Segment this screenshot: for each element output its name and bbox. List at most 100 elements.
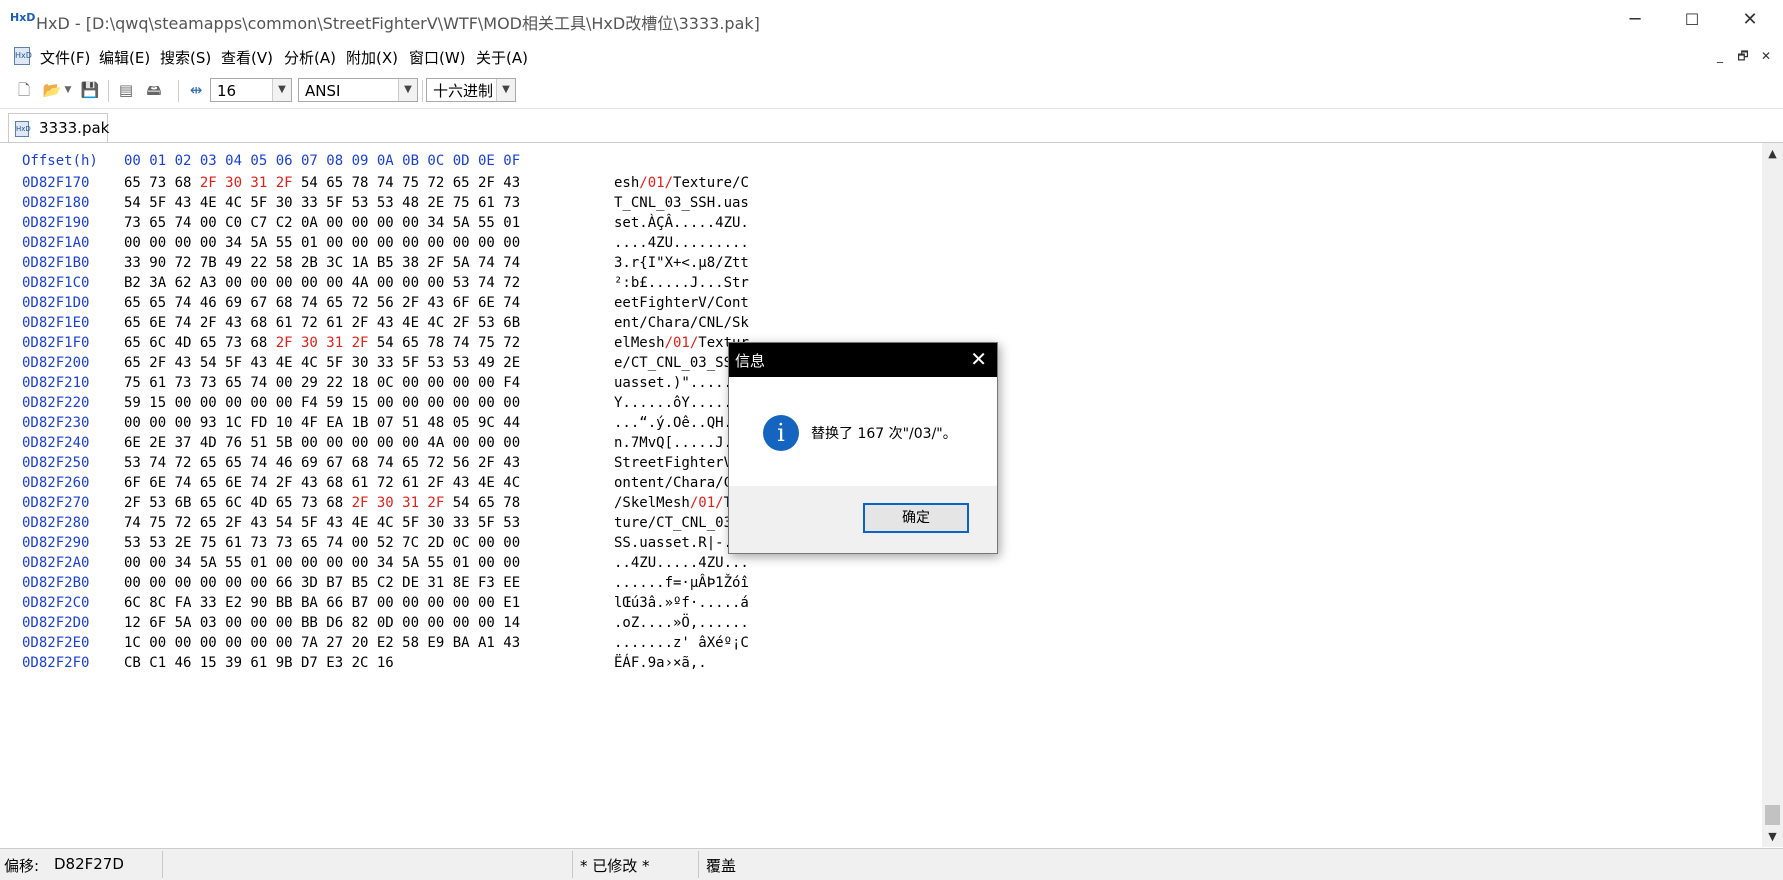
row-ascii[interactable]: ent/Chara/CNL/Sk [614, 315, 749, 331]
row-bytes[interactable]: 54 5F 43 4E 4C 5F 30 33 5F 53 53 48 2E 7… [124, 195, 520, 211]
hex-row[interactable]: 0D82F170 65 73 68 2F 30 31 2F 54 65 78 74… [0, 175, 800, 195]
mdi-minimize-button[interactable]: _ [1712, 49, 1728, 63]
hex-row[interactable]: 0D82F240 6E 2E 37 4D 76 51 5B 00 00 00 00… [0, 435, 800, 455]
hex-row[interactable]: 0D82F290 53 53 2E 75 61 73 73 65 74 00 52… [0, 535, 800, 555]
ram-icon[interactable]: ▤ [116, 80, 136, 100]
row-bytes[interactable]: 65 6E 74 2F 43 68 61 72 61 2F 43 4E 4C 2… [124, 315, 520, 331]
bytes-per-row-select[interactable]: 16 ▼ [210, 78, 292, 102]
row-bytes[interactable]: B2 3A 62 A3 00 00 00 00 00 4A 00 00 00 5… [124, 275, 520, 291]
row-bytes[interactable]: 33 90 72 7B 49 22 58 2B 3C 1A B5 38 2F 5… [124, 255, 520, 271]
hex-row[interactable]: 0D82F2D0 12 6F 5A 03 00 00 00 BB D6 82 0D… [0, 615, 800, 635]
row-ascii[interactable]: .oZ....»Ö‚...... [614, 615, 749, 631]
row-bytes[interactable]: 53 53 2E 75 61 73 73 65 74 00 52 7C 2D 0… [124, 535, 520, 551]
hex-row[interactable]: 0D82F1E0 65 6E 74 2F 43 68 61 72 61 2F 43… [0, 315, 800, 335]
hex-row[interactable]: 0D82F1C0 B2 3A 62 A3 00 00 00 00 00 4A 00… [0, 275, 800, 295]
menu-edit[interactable]: 编辑(E) [99, 47, 150, 68]
mdi-restore-button[interactable]: 🗗 [1735, 49, 1751, 63]
chevron-down-icon[interactable]: ▼ [398, 79, 417, 101]
row-bytes[interactable]: CB C1 46 15 39 61 9B D7 E3 2C 16 [124, 655, 394, 671]
hex-row[interactable]: 0D82F2F0 CB C1 46 15 39 61 9B D7 E3 2C 16… [0, 655, 800, 675]
row-ascii[interactable]: ......f=·µÂÞ1Žóî [614, 575, 749, 591]
offset-base-select[interactable]: 十六进制 ▼ [426, 78, 516, 102]
hex-row[interactable]: 0D82F210 75 61 73 73 65 74 00 29 22 18 0C… [0, 375, 800, 395]
hex-row[interactable]: 0D82F260 6F 6E 74 65 6E 74 2F 43 68 61 72… [0, 475, 800, 495]
menu-extra[interactable]: 附加(X) [346, 47, 398, 68]
document-icon[interactable]: HxD [14, 47, 32, 65]
row-bytes[interactable]: 00 00 34 5A 55 01 00 00 00 00 34 5A 55 0… [124, 555, 520, 571]
row-bytes[interactable]: 65 6C 4D 65 73 68 2F 30 31 2F 54 65 78 7… [124, 335, 520, 351]
chevron-down-icon[interactable]: ▼ [272, 79, 291, 101]
edit-mode: 覆盖 [706, 857, 737, 875]
row-ascii[interactable]: 3.r{I"X+<.µ8/Ztt [614, 255, 749, 271]
row-bytes[interactable]: 00 00 00 93 1C FD 10 4F EA 1B 07 51 48 0… [124, 415, 520, 431]
vertical-scrollbar[interactable]: ▲ ▼ [1762, 143, 1783, 847]
dialog-close-button[interactable]: ✕ [970, 347, 987, 371]
menu-search[interactable]: 搜索(S) [160, 47, 211, 68]
hex-row[interactable]: 0D82F220 59 15 00 00 00 00 00 F4 59 15 00… [0, 395, 800, 415]
scroll-down-icon[interactable]: ▼ [1762, 830, 1783, 843]
row-ascii[interactable]: set.ÀÇÂ.....4ZU. [614, 215, 749, 231]
hex-row[interactable]: 0D82F200 65 2F 43 54 5F 43 4E 4C 5F 30 33… [0, 355, 800, 375]
hex-row[interactable]: 0D82F230 00 00 00 93 1C FD 10 4F EA 1B 07… [0, 415, 800, 435]
hex-row[interactable]: 0D82F1D0 65 65 74 46 69 67 68 74 65 72 56… [0, 295, 800, 315]
row-ascii[interactable]: ²:b£.....J...Str [614, 275, 749, 291]
tab-3333-pak[interactable]: HxD 3333.pak [8, 113, 109, 142]
row-bytes[interactable]: 65 2F 43 54 5F 43 4E 4C 5F 30 33 5F 53 5… [124, 355, 520, 371]
save-icon[interactable]: 💾 [80, 80, 100, 100]
hex-row[interactable]: 0D82F1B0 33 90 72 7B 49 22 58 2B 3C 1A B5… [0, 255, 800, 275]
menu-analysis[interactable]: 分析(A) [284, 47, 336, 68]
disk-icon[interactable]: 🖴 [144, 80, 164, 100]
hex-row[interactable]: 0D82F270 2F 53 6B 65 6C 4D 65 73 68 2F 30… [0, 495, 800, 515]
row-bytes[interactable]: 00 00 00 00 34 5A 55 01 00 00 00 00 00 0… [124, 235, 520, 251]
hex-row[interactable]: 0D82F280 74 75 72 65 2F 43 54 5F 43 4E 4C… [0, 515, 800, 535]
hex-row[interactable]: 0D82F180 54 5F 43 4E 4C 5F 30 33 5F 53 53… [0, 195, 800, 215]
row-ascii[interactable]: ....4ZU......... [614, 235, 749, 251]
menu-about[interactable]: 关于(A) [476, 47, 528, 68]
minimize-button[interactable]: ─ [1612, 6, 1658, 34]
chevron-down-icon[interactable]: ▼ [62, 80, 74, 100]
close-button[interactable]: ✕ [1727, 6, 1773, 34]
row-bytes[interactable]: 73 65 74 00 C0 C7 C2 0A 00 00 00 00 34 5… [124, 215, 520, 231]
hex-row[interactable]: 0D82F250 53 74 72 65 65 74 46 69 67 68 74… [0, 455, 800, 475]
row-bytes[interactable]: 1C 00 00 00 00 00 00 7A 27 20 E2 58 E9 B… [124, 635, 520, 651]
row-bytes[interactable]: 53 74 72 65 65 74 46 69 67 68 74 65 72 5… [124, 455, 520, 471]
hex-row[interactable]: 0D82F2B0 00 00 00 00 00 00 66 3D B7 B5 C2… [0, 575, 800, 595]
ok-button[interactable]: 确定 [863, 503, 969, 533]
mdi-close-button[interactable]: ✕ [1758, 49, 1774, 63]
row-ascii[interactable]: T_CNL_03_SSH.uas [614, 195, 749, 211]
row-bytes[interactable]: 6C 8C FA 33 E2 90 BB BA 66 B7 00 00 00 0… [124, 595, 520, 611]
hex-row[interactable]: 0D82F2E0 1C 00 00 00 00 00 00 7A 27 20 E2… [0, 635, 800, 655]
menu-file[interactable]: 文件(F) [40, 47, 90, 68]
row-bytes[interactable]: 00 00 00 00 00 00 66 3D B7 B5 C2 DE 31 8… [124, 575, 520, 591]
row-bytes[interactable]: 65 65 74 46 69 67 68 74 65 72 56 2F 43 6… [124, 295, 520, 311]
hex-row[interactable]: 0D82F1F0 65 6C 4D 65 73 68 2F 30 31 2F 54… [0, 335, 800, 355]
row-ascii[interactable]: eetFighterV/Cont [614, 295, 749, 311]
row-bytes[interactable]: 2F 53 6B 65 6C 4D 65 73 68 2F 30 31 2F 5… [124, 495, 520, 511]
row-ascii[interactable]: esh/01/Texture/C [614, 175, 749, 191]
hex-row[interactable]: 0D82F190 73 65 74 00 C0 C7 C2 0A 00 00 00… [0, 215, 800, 235]
row-bytes[interactable]: 75 61 73 73 65 74 00 29 22 18 0C 00 00 0… [124, 375, 520, 391]
row-bytes[interactable]: 65 73 68 2F 30 31 2F 54 65 78 74 75 72 6… [124, 175, 520, 191]
row-bytes[interactable]: 12 6F 5A 03 00 00 00 BB D6 82 0D 00 00 0… [124, 615, 520, 631]
chevron-down-icon[interactable]: ▼ [496, 79, 515, 101]
maximize-button[interactable]: ☐ [1669, 6, 1715, 34]
charset-select[interactable]: ANSI ▼ [298, 78, 418, 102]
hex-row[interactable]: 0D82F2A0 00 00 34 5A 55 01 00 00 00 00 34… [0, 555, 800, 575]
row-ascii[interactable]: ..4ZU.....4ZU... [614, 555, 749, 571]
scrollbar-thumb[interactable] [1765, 805, 1780, 825]
menu-window[interactable]: 窗口(W) [409, 47, 466, 68]
hex-row[interactable]: 0D82F1A0 00 00 00 00 34 5A 55 01 00 00 00… [0, 235, 800, 255]
row-bytes[interactable]: 74 75 72 65 2F 43 54 5F 43 4E 4C 5F 30 3… [124, 515, 520, 531]
row-ascii[interactable]: lŒú3â.»ºf·.....á [614, 595, 749, 611]
row-bytes[interactable]: 59 15 00 00 00 00 00 F4 59 15 00 00 00 0… [124, 395, 520, 411]
new-file-icon[interactable]: 🗋 [14, 80, 34, 100]
row-offset: 0D82F260 [22, 475, 90, 491]
scroll-up-icon[interactable]: ▲ [1762, 147, 1783, 160]
row-bytes[interactable]: 6F 6E 74 65 6E 74 2F 43 68 61 72 61 2F 4… [124, 475, 520, 491]
menu-view[interactable]: 查看(V) [221, 47, 273, 68]
hex-row[interactable]: 0D82F2C0 6C 8C FA 33 E2 90 BB BA 66 B7 00… [0, 595, 800, 615]
row-ascii[interactable]: ËÁF.9a›×ã,. [614, 655, 707, 671]
row-bytes[interactable]: 6E 2E 37 4D 76 51 5B 00 00 00 00 00 4A 0… [124, 435, 520, 451]
row-ascii[interactable]: .......z' âXéº¡C [614, 635, 749, 651]
open-file-icon[interactable]: 📂 [42, 80, 62, 100]
